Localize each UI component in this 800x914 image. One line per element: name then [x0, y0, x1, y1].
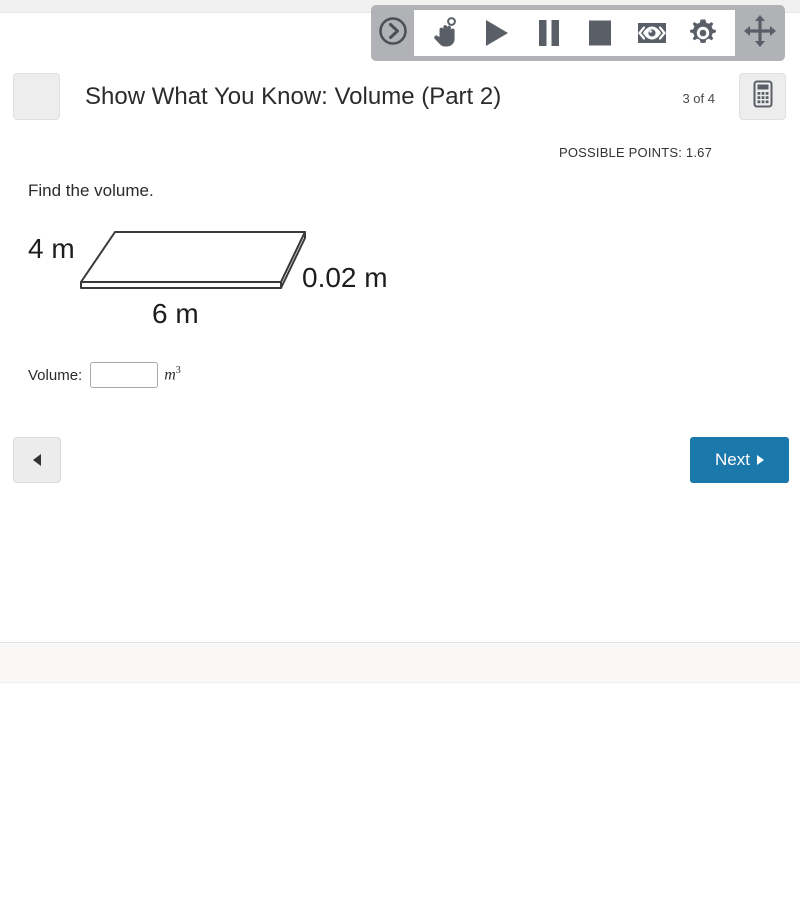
pause-icon	[535, 18, 563, 48]
figure-label-depth: 4 m	[28, 233, 75, 264]
triangle-left-icon	[33, 454, 41, 466]
triangle-right-icon	[756, 455, 764, 465]
toolbar-expand-handle[interactable]	[371, 5, 414, 61]
volume-answer-input[interactable]	[90, 362, 159, 388]
prism-front-face	[80, 281, 282, 289]
page-counter: 3 of 4	[682, 91, 715, 106]
footer-strip	[0, 642, 800, 683]
captions-button[interactable]	[630, 11, 674, 55]
previous-button[interactable]	[13, 437, 61, 483]
play-button[interactable]	[475, 11, 519, 55]
answer-label: Volume:	[28, 366, 83, 384]
tap-hand-icon	[431, 17, 461, 49]
chevron-right-circle-icon[interactable]	[378, 16, 408, 51]
toolbar-move-handle[interactable]	[735, 5, 785, 61]
stop-icon	[586, 18, 614, 48]
play-icon	[483, 18, 511, 48]
stop-button[interactable]	[578, 11, 622, 55]
page-header: Show What You Know: Volume (Part 2) 3 of…	[0, 66, 800, 128]
media-control-toolbar[interactable]	[371, 5, 785, 61]
hamburger-menu-button[interactable]	[13, 73, 60, 120]
move-arrows-icon	[743, 14, 777, 53]
figure-label-width: 6 m	[152, 298, 199, 329]
next-button-label: Next	[715, 450, 750, 469]
next-button[interactable]: Next	[690, 437, 789, 483]
eye-caption-icon	[636, 18, 668, 48]
answer-row: Volume: m3	[28, 362, 181, 388]
media-buttons-panel	[414, 10, 735, 56]
prism-top-face	[80, 231, 306, 283]
gear-icon	[688, 18, 718, 48]
page-title: Show What You Know: Volume (Part 2)	[85, 83, 502, 110]
calculator-button[interactable]	[739, 73, 786, 120]
volume-figure: 4 m 6 m 0.02 m	[18, 215, 438, 340]
question-prompt: Find the volume.	[28, 181, 154, 200]
figure-label-height: 0.02 m	[302, 262, 388, 293]
tap-hand-button[interactable]	[424, 11, 468, 55]
settings-button[interactable]	[681, 11, 725, 55]
answer-unit: m3	[164, 365, 181, 384]
pause-button[interactable]	[527, 11, 571, 55]
possible-points: POSSIBLE POINTS: 1.67	[558, 145, 712, 160]
calculator-icon	[752, 80, 774, 113]
